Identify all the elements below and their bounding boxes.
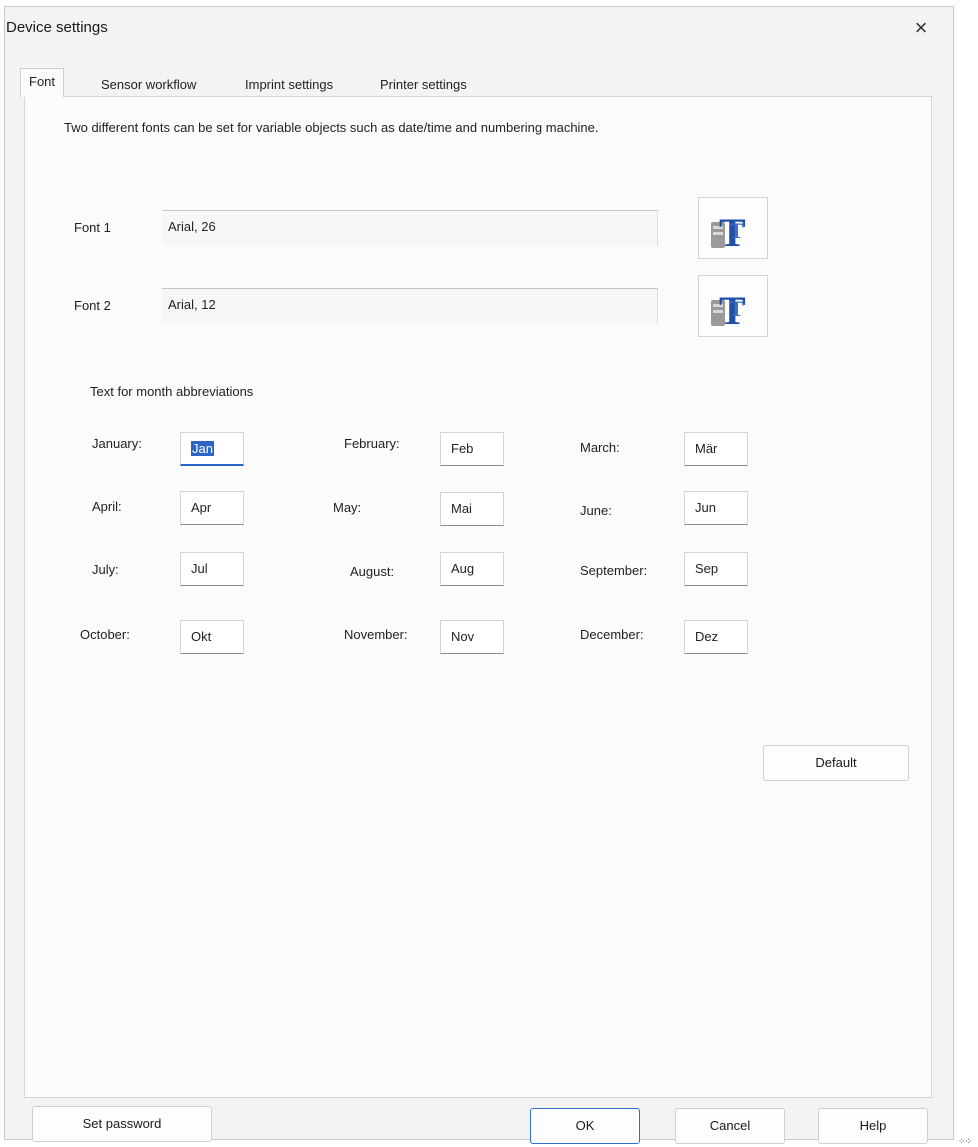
font1-button[interactable]: T T xyxy=(698,197,768,259)
month-input-october[interactable]: Okt xyxy=(180,620,244,654)
month-label-july: July: xyxy=(92,562,119,577)
cancel-button[interactable]: Cancel xyxy=(675,1108,785,1144)
font-dialog-icon: T T xyxy=(711,210,746,250)
set-password-button[interactable]: Set password xyxy=(32,1106,212,1142)
resize-grip-icon[interactable]: ⁘⁘ xyxy=(958,1136,972,1147)
month-label-september: September: xyxy=(580,563,648,578)
month-input-march[interactable]: Mär xyxy=(684,432,748,466)
months-section-label: Text for month abbreviations xyxy=(90,384,254,399)
month-input-april[interactable]: Apr xyxy=(180,491,244,525)
tab-sensor-workflow[interactable]: Sensor workflow xyxy=(97,74,200,96)
month-input-september[interactable]: Sep xyxy=(684,552,748,586)
month-input-august[interactable]: Aug xyxy=(440,552,504,586)
month-label-march: March: xyxy=(580,440,620,455)
close-icon[interactable]: × xyxy=(908,16,934,42)
help-button[interactable]: Help xyxy=(818,1108,928,1144)
month-input-november[interactable]: Nov xyxy=(440,620,504,654)
month-input-july[interactable]: Jul xyxy=(180,552,244,586)
month-label-april: April: xyxy=(92,499,122,514)
font2-field: Arial, 12 xyxy=(162,288,658,324)
month-label-december: December: xyxy=(580,627,644,642)
month-label-may: May: xyxy=(333,500,362,515)
svg-text:T: T xyxy=(729,218,744,243)
month-input-june[interactable]: Jun xyxy=(684,491,748,525)
default-button[interactable]: Default xyxy=(763,745,909,781)
svg-text:T: T xyxy=(729,296,744,321)
font-dialog-icon: T T xyxy=(711,288,746,328)
month-input-may[interactable]: Mai xyxy=(440,492,504,526)
ok-button[interactable]: OK xyxy=(530,1108,640,1144)
tab-font[interactable]: Font xyxy=(20,68,65,97)
month-label-june: June: xyxy=(580,503,612,518)
month-input-february[interactable]: Feb xyxy=(440,432,504,466)
month-label-november: November: xyxy=(344,627,408,642)
month-label-october: October: xyxy=(80,627,130,642)
dialog-title: Device settings xyxy=(6,19,108,36)
month-label-february: February: xyxy=(344,436,400,451)
month-label-january: January: xyxy=(92,436,142,451)
tab-printer-settings[interactable]: Printer settings xyxy=(376,74,471,96)
font2-button[interactable]: T T xyxy=(698,275,768,337)
tab-imprint-settings[interactable]: Imprint settings xyxy=(241,74,337,96)
month-input-december[interactable]: Dez xyxy=(684,620,748,654)
month-label-august: August: xyxy=(350,564,395,579)
font1-field: Arial, 26 xyxy=(162,210,658,246)
tab-panel-font xyxy=(24,96,932,1098)
month-input-january[interactable]: Jan xyxy=(180,432,244,466)
font-description: Two different fonts can be set for varia… xyxy=(64,120,599,135)
font2-label: Font 2 xyxy=(74,298,111,313)
font1-label: Font 1 xyxy=(74,220,111,235)
